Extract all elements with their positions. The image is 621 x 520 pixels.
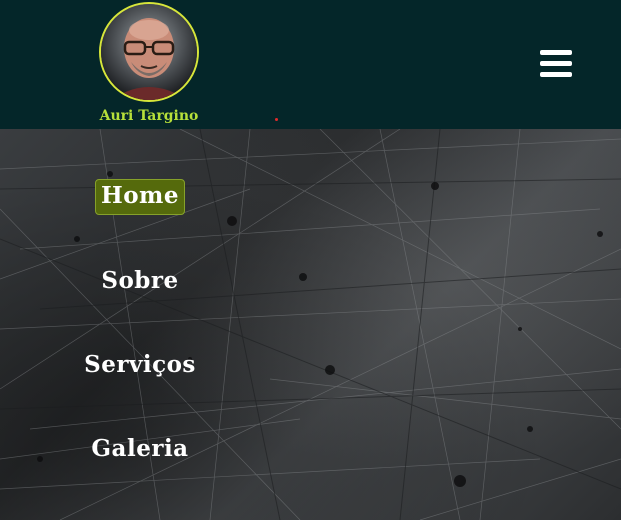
nav-item-label: Galeria <box>91 435 189 462</box>
avatar[interactable] <box>99 2 199 102</box>
menu-bar <box>540 61 572 66</box>
decorative-dot <box>275 118 278 121</box>
hamburger-menu-icon[interactable] <box>540 50 572 78</box>
nav-item-label: Home <box>94 179 186 215</box>
page: Auri Targino Home Sobre Serviços Galeria <box>0 0 621 520</box>
user-avatar-photo <box>101 4 197 100</box>
site-header: Auri Targino <box>0 0 621 129</box>
nav-item-galeria[interactable]: Galeria <box>0 433 280 467</box>
nav-item-sobre[interactable]: Sobre <box>0 265 280 299</box>
menu-bar <box>540 50 572 55</box>
menu-bar <box>540 72 572 77</box>
main-content: Home Sobre Serviços Galeria <box>0 129 621 520</box>
nav-item-label: Sobre <box>101 267 179 294</box>
nav-item-servicos[interactable]: Serviços <box>0 349 280 383</box>
nav-item-label: Serviços <box>84 351 196 378</box>
brand-name[interactable]: Auri Targino <box>90 108 208 124</box>
nav-item-home[interactable]: Home <box>0 179 280 215</box>
